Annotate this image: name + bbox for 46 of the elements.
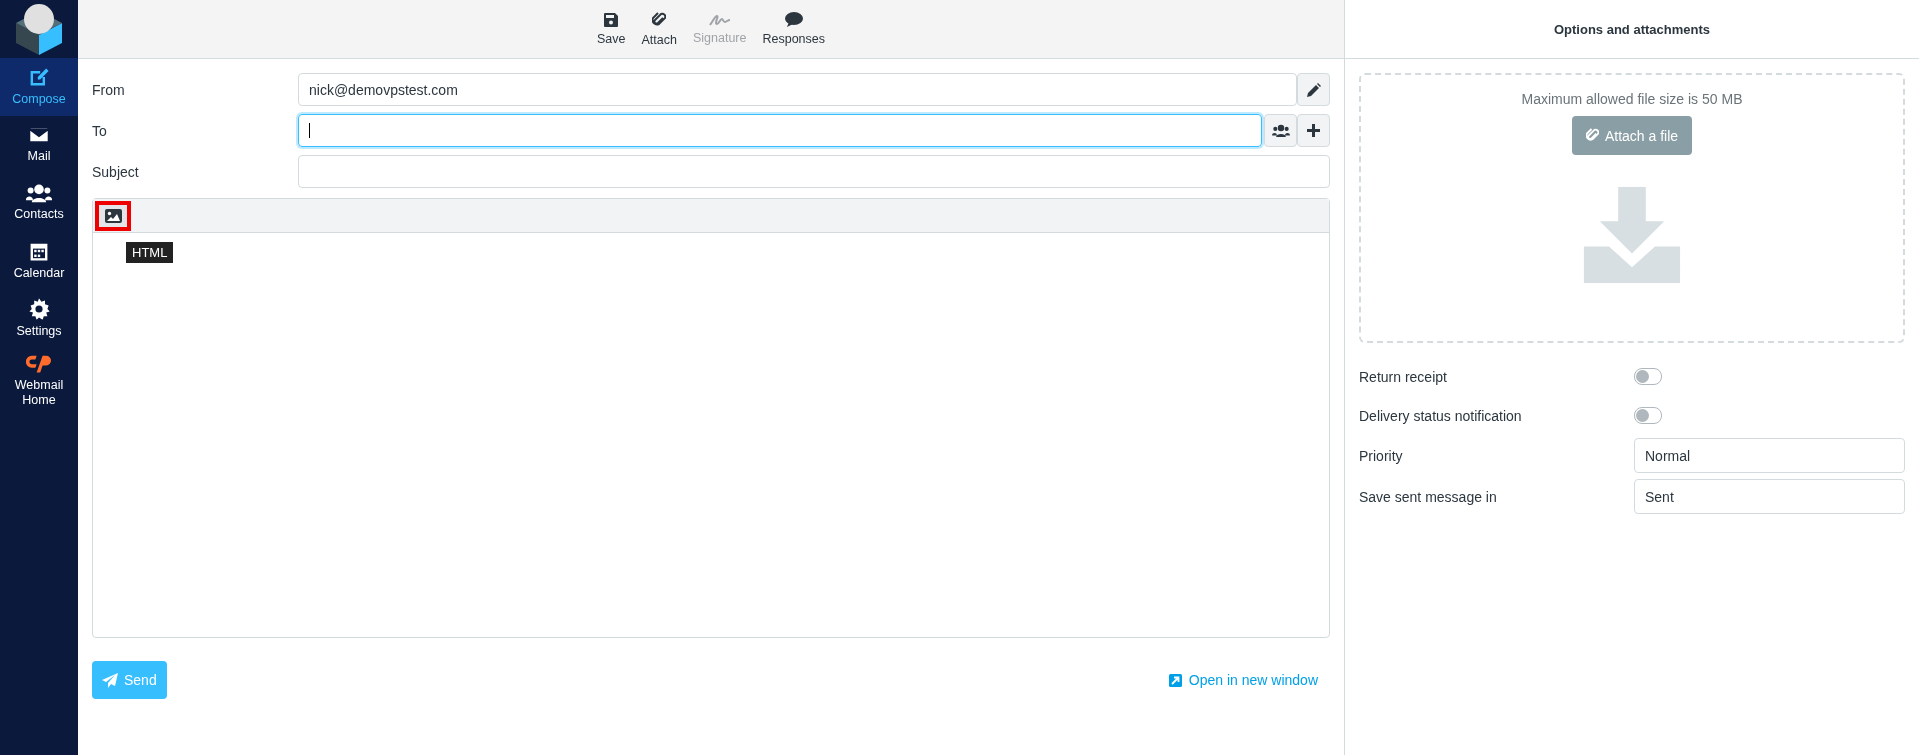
gear-icon (28, 297, 50, 320)
external-arrow-icon (1168, 673, 1182, 687)
pencil-icon (1306, 82, 1321, 97)
signature-icon (708, 13, 731, 26)
sidebar-item[interactable]: Compose (0, 58, 78, 116)
toolbar-button[interactable]: Save (591, 0, 632, 58)
sidebar-item[interactable]: Settings (0, 290, 78, 348)
option-label: Delivery status notification (1359, 407, 1523, 424)
sidebar-item[interactable]: Calendar (0, 232, 78, 290)
toolbar-button[interactable]: Attach (635, 0, 683, 58)
download-icon (1583, 186, 1681, 284)
address-book-button[interactable] (1264, 114, 1297, 147)
file-drop-zone[interactable]: Maximum allowed file size is 50 MB Attach a file (1359, 73, 1905, 343)
field-label: To (92, 122, 108, 139)
sidebar-item[interactable]: Webmail Home (0, 348, 78, 414)
field-label: From (92, 81, 126, 98)
paper-plane-icon (102, 672, 118, 688)
field-label: Subject (92, 163, 140, 180)
select-field[interactable]: Normal (1634, 438, 1905, 473)
sidebar-item[interactable]: Mail (0, 116, 78, 174)
option-label: Priority (1359, 447, 1404, 464)
to-field[interactable] (298, 114, 1262, 147)
sidebar-item[interactable]: Contacts (0, 174, 78, 232)
message-editor[interactable]: HTML (92, 198, 1330, 638)
option-label: Save sent message in (1359, 488, 1498, 505)
paperclip-icon (1585, 128, 1599, 143)
select-field[interactable]: Sent (1634, 479, 1905, 514)
group-icon (25, 182, 53, 203)
panel-title: Options and attachments (1554, 21, 1710, 37)
add-header-button[interactable] (1297, 114, 1330, 147)
toggle-switch[interactable] (1634, 368, 1662, 385)
edit-identity-button[interactable] (1297, 73, 1330, 106)
toggle-switch[interactable] (1634, 407, 1662, 424)
plus-icon (1307, 124, 1320, 137)
image-icon (104, 209, 122, 223)
paperclip-icon (652, 11, 667, 28)
option-label: Return receipt (1359, 368, 1448, 385)
file-size-hint: Maximum allowed file size is 50 MB (1521, 91, 1743, 107)
tooltip: HTML (126, 242, 174, 263)
speech-bubble-icon (784, 12, 803, 27)
text-cursor (309, 123, 310, 138)
group-icon (1271, 124, 1290, 137)
toolbar-button[interactable]: Responses (756, 0, 831, 58)
html-mode-button[interactable] (95, 201, 131, 231)
subject-field[interactable] (298, 155, 1330, 188)
from-field[interactable]: nick@demovpstest.com (298, 73, 1297, 106)
